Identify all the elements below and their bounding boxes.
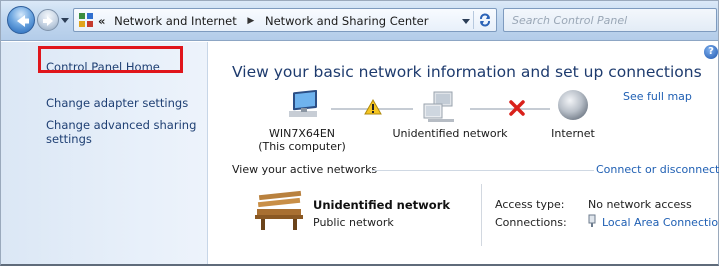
network-name: Unidentified network: [313, 198, 451, 212]
connect-or-disconnect-link[interactable]: Connect or disconnect: [596, 163, 719, 176]
forward-button[interactable]: [37, 9, 59, 31]
park-bench-icon: [255, 190, 303, 230]
sidebar-item-change-advanced-sharing-settings[interactable]: Change advanced sharing settings: [46, 118, 201, 146]
control-panel-icon: [79, 13, 93, 27]
access-type-label: Access type:: [495, 198, 565, 211]
map-node-unidentified-network: Unidentified network: [380, 127, 520, 140]
see-full-map-link[interactable]: See full map: [623, 90, 692, 103]
network-adapter-icon: [588, 214, 596, 227]
warning-icon: [364, 99, 382, 115]
sidebar: Control Panel Home Change adapter settin…: [1, 42, 208, 264]
forward-arrow-icon: [43, 16, 53, 26]
search-box[interactable]: [503, 8, 717, 32]
access-type-value: No network access: [588, 198, 692, 211]
map-node-computer-label: WIN7X64EN: [268, 127, 336, 140]
local-area-connection-link[interactable]: Local Area Connection: [602, 216, 719, 229]
address-dropdown-icon[interactable]: [462, 17, 470, 25]
refresh-button[interactable]: [473, 11, 495, 29]
highlight-annotation: [38, 46, 183, 73]
section-divider: [372, 170, 594, 171]
map-node-internet: Internet: [538, 127, 608, 140]
address-bar[interactable]: « Network and Internet ▶ Network and Sha…: [73, 8, 497, 32]
breadcrumb-overflow[interactable]: «: [98, 14, 105, 28]
sidebar-item-change-adapter-settings[interactable]: Change adapter settings: [46, 96, 188, 110]
breadcrumb-separator[interactable]: ▶: [247, 16, 254, 26]
breadcrumb-network-and-internet[interactable]: Network and Internet: [114, 14, 237, 28]
vertical-divider: [481, 184, 482, 246]
map-node-network-label: Unidentified network: [392, 127, 508, 140]
map-node-computer: WIN7X64EN (This computer): [252, 127, 352, 153]
refresh-icon: [479, 13, 490, 27]
globe-icon: [558, 90, 588, 120]
map-node-internet-label: Internet: [551, 127, 595, 140]
history-dropdown-icon[interactable]: [61, 15, 69, 25]
computer-icon: [289, 90, 317, 117]
help-button[interactable]: ?: [704, 45, 718, 59]
back-arrow-icon: [17, 15, 29, 27]
breadcrumb: « Network and Internet ▶ Network and Sha…: [98, 13, 428, 29]
red-x-icon: [509, 100, 525, 116]
connections-label: Connections:: [495, 216, 567, 229]
navigation-bar: « Network and Internet ▶ Network and Sha…: [1, 1, 718, 41]
network-category-link[interactable]: Public network: [313, 216, 394, 229]
breadcrumb-network-and-sharing-center[interactable]: Network and Sharing Center: [265, 14, 428, 28]
back-button[interactable]: [7, 6, 35, 34]
map-node-computer-sublabel: (This computer): [258, 140, 346, 153]
active-networks-header: View your active networks: [232, 163, 378, 176]
network-icon: [423, 91, 454, 122]
search-input[interactable]: [512, 12, 692, 28]
page-title: View your basic network information and …: [232, 63, 702, 81]
